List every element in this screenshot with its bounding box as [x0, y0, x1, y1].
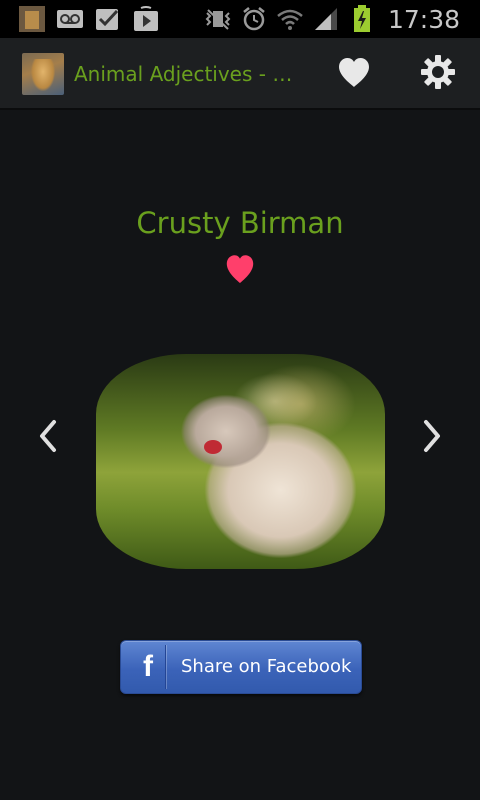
chevron-left-icon — [40, 420, 56, 452]
checkbox-icon — [94, 6, 122, 32]
gear-icon — [421, 55, 455, 89]
vibrate-off-icon — [204, 6, 232, 32]
favorites-button[interactable] — [336, 55, 372, 91]
cat-thumbnail-icon — [18, 6, 46, 32]
status-clock: 17:38 — [387, 4, 460, 34]
animal-photo[interactable] — [96, 354, 385, 569]
signal-icon — [312, 6, 340, 32]
share-facebook-label: Share on Facebook — [181, 656, 352, 677]
button-divider — [165, 645, 166, 689]
action-bar: Animal Adjectives - Fa… — [0, 38, 480, 110]
share-facebook-button[interactable]: f Share on Facebook — [120, 640, 362, 694]
notification-icons — [18, 4, 160, 34]
wifi-icon — [276, 6, 304, 32]
next-button[interactable] — [418, 418, 446, 454]
heart-icon — [226, 255, 254, 284]
previous-button[interactable] — [34, 418, 62, 454]
facebook-logo-icon: f — [143, 650, 153, 683]
status-bar: 17:38 — [0, 0, 480, 38]
animal-name: Crusty Birman — [136, 206, 344, 240]
system-icons: 17:38 — [204, 0, 460, 38]
favorite-toggle[interactable] — [223, 252, 257, 286]
voicemail-icon — [56, 6, 84, 32]
play-store-icon — [132, 6, 160, 32]
app-title: Animal Adjectives - Fa… — [74, 62, 302, 86]
battery-charging-icon — [348, 5, 376, 32]
chevron-right-icon — [424, 420, 440, 452]
heart-icon — [339, 58, 369, 87]
app-logo[interactable] — [22, 53, 64, 95]
settings-button[interactable] — [420, 54, 456, 90]
alarm-icon — [240, 6, 268, 32]
